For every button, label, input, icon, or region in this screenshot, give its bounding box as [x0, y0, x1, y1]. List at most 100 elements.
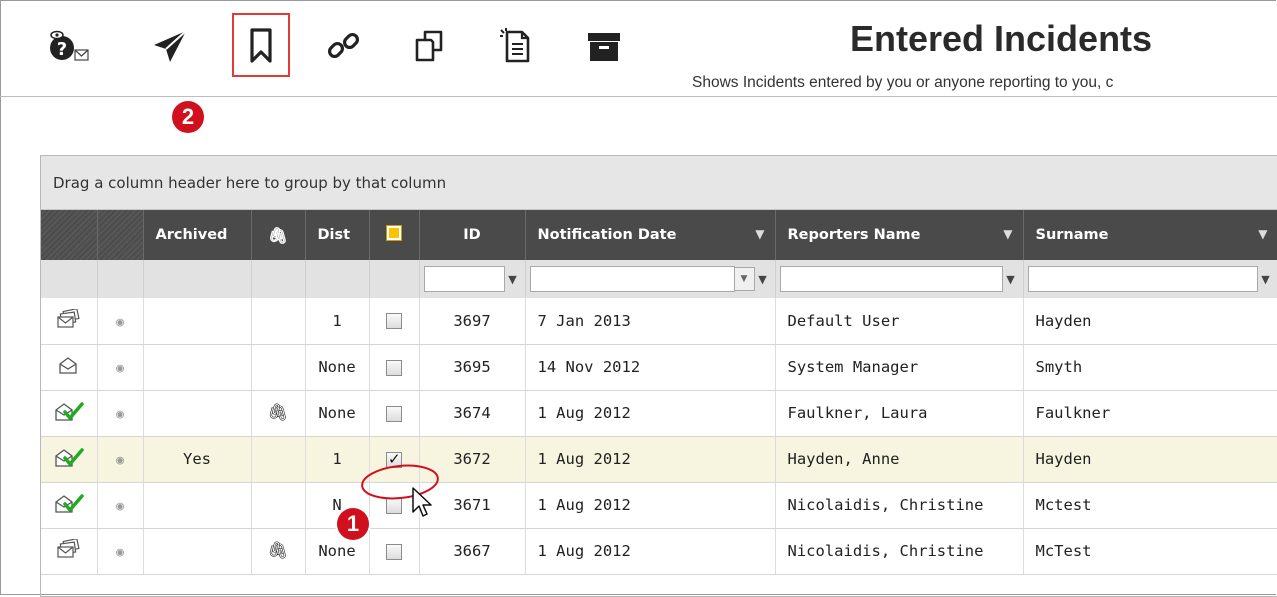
- paperclip-icon[interactable]: 🖇: [267, 403, 289, 423]
- envelope-stack-icon: [56, 537, 82, 563]
- row-status-cell: [41, 436, 98, 483]
- row-status-cell: [41, 390, 98, 437]
- row-checkbox[interactable]: [386, 543, 402, 560]
- row-surname: Faulkner: [1023, 390, 1277, 437]
- filter-icon[interactable]: ▼: [1003, 227, 1012, 241]
- row-view-cell: ◉: [97, 390, 144, 437]
- copy-icon[interactable]: [407, 26, 451, 66]
- table-row[interactable]: ◉Yes136721 Aug 2012Hayden, AnneHayden: [41, 436, 1277, 483]
- eye-icon[interactable]: ◉: [116, 453, 124, 468]
- row-status-cell: [41, 298, 98, 345]
- row-reporters-name: Hayden, Anne: [775, 436, 1024, 483]
- row-notification-date: 7 Jan 2013: [525, 298, 776, 345]
- eye-icon[interactable]: ◉: [116, 407, 124, 422]
- col-reporters-name-header[interactable]: Reporters Name ▼: [775, 210, 1024, 260]
- row-reporters-name: System Manager: [775, 344, 1024, 391]
- row-archived: [143, 298, 252, 345]
- row-select-cell: [369, 344, 420, 391]
- row-surname: McTest: [1023, 528, 1277, 575]
- archive-icon[interactable]: [582, 26, 626, 66]
- row-id[interactable]: 3695: [419, 344, 526, 391]
- row-view-cell: ◉: [97, 482, 144, 529]
- id-filter-input[interactable]: [423, 266, 505, 292]
- svg-text:?: ?: [57, 39, 67, 60]
- row-dist[interactable]: 1: [305, 298, 370, 345]
- row-archived: Yes: [143, 436, 252, 483]
- mouse-cursor-icon: [412, 487, 432, 517]
- filter-row: ▼ ▼ ▼ ▼ ▼: [41, 260, 1277, 298]
- table-row[interactable]: ◉ 1 3697 7 Jan 2013 Default User Hayden: [41, 298, 1277, 345]
- col-view-header: [97, 210, 144, 260]
- row-view-cell: ◉: [97, 436, 144, 483]
- table-row[interactable]: ◉ N 3671 1 Aug 2012 Nicolaidis, Christine Mct…: [41, 482, 1277, 529]
- row-select-cell: [369, 528, 420, 575]
- filter-icon[interactable]: ▼: [1003, 273, 1019, 286]
- row-notification-date: 1 Aug 2012: [525, 482, 776, 529]
- new-document-icon[interactable]: [494, 26, 538, 66]
- row-surname: Hayden: [1023, 436, 1277, 483]
- row-dist[interactable]: None: [305, 344, 370, 391]
- col-attachment-header[interactable]: 🖇: [251, 210, 306, 260]
- table-row[interactable]: ◉ None 3695 14 Nov 2012 System Manager Smyth: [41, 344, 1277, 391]
- paperclip-icon: 🖇: [267, 225, 289, 245]
- row-view-cell: ◉: [97, 528, 144, 575]
- row-id[interactable]: 3674: [419, 390, 526, 437]
- row-dist[interactable]: None: [305, 390, 370, 437]
- col-reporters-name-label: Reporters Name: [787, 227, 921, 243]
- eye-icon[interactable]: ◉: [116, 499, 124, 514]
- table-row[interactable]: ◉ 🖇 None 3674 1 Aug 2012 Faulkner, Laura Faulk…: [41, 390, 1277, 437]
- row-checkbox[interactable]: [386, 359, 402, 376]
- row-attachment-cell: 🖇: [251, 390, 306, 437]
- filter-icon[interactable]: ▼: [755, 273, 771, 286]
- filter-icon[interactable]: ▼: [1258, 273, 1274, 286]
- row-attachment-cell: 🖇: [251, 528, 306, 575]
- row-notification-date: 1 Aug 2012: [525, 436, 776, 483]
- col-id-header[interactable]: ID: [419, 210, 526, 260]
- group-by-panel[interactable]: Drag a column header here to group by th…: [41, 156, 1277, 210]
- send-icon[interactable]: [148, 26, 192, 66]
- filter-icon[interactable]: ▼: [505, 273, 521, 286]
- header-row: Archived 🖇 Dist ID Notification Date ▼ Re…: [41, 210, 1277, 260]
- annotation-badge-1: 1: [337, 508, 369, 540]
- col-select-header[interactable]: [369, 210, 420, 260]
- row-id[interactable]: 3697: [419, 298, 526, 345]
- row-id[interactable]: 3667: [419, 528, 526, 575]
- eye-icon[interactable]: ◉: [116, 315, 124, 330]
- select-all-checkbox[interactable]: [386, 225, 402, 241]
- row-view-cell: ◉: [97, 344, 144, 391]
- row-archived: [143, 528, 252, 575]
- date-filter-input[interactable]: [529, 266, 735, 292]
- row-surname: Mctest: [1023, 482, 1277, 529]
- eye-icon[interactable]: ◉: [116, 545, 124, 560]
- col-archived-header[interactable]: Archived: [143, 210, 252, 260]
- table-row[interactable]: ◉ 🖇 None 3667 1 Aug 2012 Nicolaidis, Christin…: [41, 528, 1277, 575]
- row-notification-date: 14 Nov 2012: [525, 344, 776, 391]
- help-mail-icon[interactable]: ?: [48, 26, 92, 66]
- row-checkbox[interactable]: [386, 313, 402, 330]
- reporter-filter-input[interactable]: [779, 266, 1003, 292]
- row-notification-date: 1 Aug 2012: [525, 528, 776, 575]
- eye-icon[interactable]: ◉: [116, 361, 124, 376]
- page-title: Entered Incidents: [850, 18, 1153, 59]
- bookmark-highlight: [232, 13, 290, 77]
- filter-icon[interactable]: ▼: [755, 227, 764, 241]
- paperclip-icon[interactable]: 🖇: [267, 541, 289, 561]
- row-view-cell: ◉: [97, 298, 144, 345]
- chevron-down-icon[interactable]: ▼: [734, 267, 755, 291]
- link-icon[interactable]: [322, 26, 366, 66]
- envelope-check-icon: [54, 494, 84, 518]
- col-surname-label: Surname: [1035, 227, 1109, 243]
- col-notification-date-header[interactable]: Notification Date ▼: [525, 210, 776, 260]
- row-checkbox[interactable]: [386, 405, 402, 422]
- envelope-check-icon: [54, 448, 84, 472]
- col-surname-header[interactable]: Surname ▼: [1023, 210, 1277, 260]
- incidents-table: Archived 🖇 Dist ID Notification Date ▼ Re…: [41, 210, 1277, 575]
- envelope-stack-icon: [56, 307, 82, 333]
- envelope-icon: [56, 357, 82, 379]
- col-dist-header[interactable]: Dist: [305, 210, 370, 260]
- row-archived: [143, 390, 252, 437]
- filter-icon[interactable]: ▼: [1258, 227, 1267, 241]
- surname-filter-input[interactable]: [1027, 266, 1258, 292]
- row-reporters-name: Default User: [775, 298, 1024, 345]
- row-surname: Smyth: [1023, 344, 1277, 391]
